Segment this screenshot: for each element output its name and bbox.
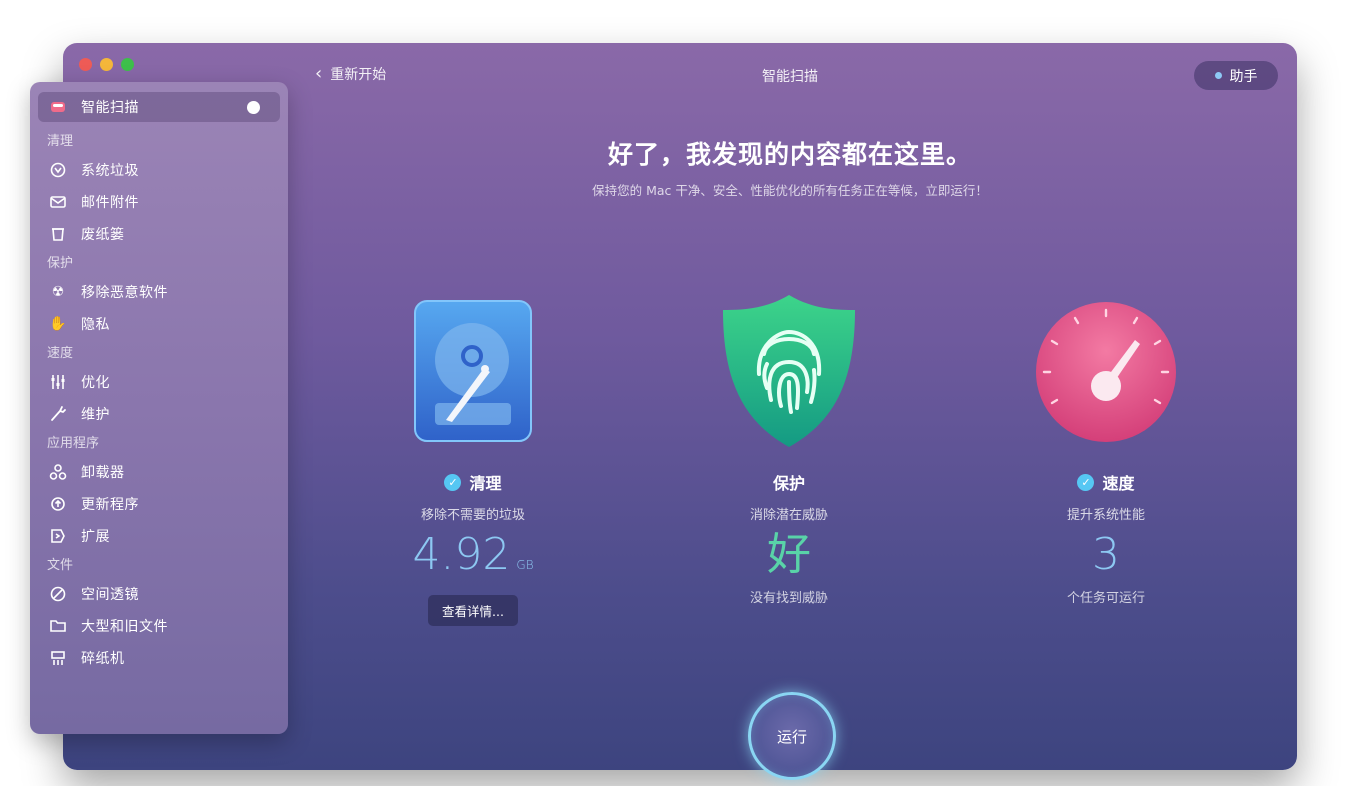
protection-status: 好	[767, 529, 811, 580]
assistant-dot-icon	[1214, 72, 1222, 79]
check-icon: ✓	[444, 473, 462, 491]
space-lens-icon	[48, 584, 68, 604]
uninstaller-icon	[48, 462, 68, 482]
status-dot	[247, 101, 260, 114]
hard-drive-icon	[414, 300, 532, 442]
section-speed: 速度	[47, 346, 74, 361]
window-title: 智能扫描	[762, 69, 818, 85]
cleanup-card: ✓ 清理 移除不需要的垃圾 4.92 GB 查看详情...	[353, 470, 593, 626]
traffic-lights	[79, 58, 134, 71]
folder-icon	[48, 616, 68, 636]
sidebar-item-label: 废纸篓	[81, 227, 125, 243]
section-protection: 保护	[47, 256, 74, 271]
sidebar-item-label: 优化	[81, 375, 110, 391]
cleanup-size-value: 4.92	[412, 529, 511, 580]
page-title: 好了，我发现的内容都在这里。	[607, 140, 972, 169]
speed-title: ✓ 速度	[986, 470, 1226, 494]
zoom-window-button[interactable]	[121, 58, 134, 71]
sidebar-item-label: 智能扫描	[81, 100, 139, 116]
speed-card: ✓ 速度 提升系统性能 3 个任务可运行	[986, 470, 1226, 606]
speedometer-icon	[1036, 302, 1176, 442]
sidebar-item-label: 邮件附件	[81, 195, 139, 211]
extensions-icon	[48, 526, 68, 546]
sliders-icon	[48, 372, 68, 392]
sidebar-item-updater[interactable]: 更新程序	[30, 488, 288, 520]
sidebar-item-label: 系统垃圾	[81, 163, 139, 179]
assistant-button[interactable]: 助手	[1194, 61, 1278, 90]
sidebar-item-large-old-files[interactable]: 大型和旧文件	[30, 610, 288, 642]
sidebar-item-shredder[interactable]: 碎纸机	[30, 642, 288, 674]
sidebar-item-label: 扩展	[81, 529, 110, 545]
view-details-button[interactable]: 查看详情...	[428, 595, 518, 626]
sidebar-item-label: 移除恶意软件	[81, 285, 168, 301]
close-window-button[interactable]	[79, 58, 92, 71]
chevron-left-icon: ‹	[315, 63, 323, 84]
protection-label: 保护	[772, 474, 805, 493]
shredder-icon	[48, 648, 68, 668]
sidebar-item-label: 空间透镜	[81, 587, 139, 603]
updater-icon	[48, 494, 68, 514]
speed-tasks-count: 3	[1092, 529, 1120, 580]
fingerprint-shield-icon	[723, 295, 855, 447]
sidebar-item-maintenance[interactable]: 维护	[30, 398, 288, 430]
wrench-icon	[48, 404, 68, 424]
sidebar-item-label: 碎纸机	[81, 651, 125, 667]
protection-title: 保护	[669, 470, 909, 494]
smart-scan-icon	[48, 97, 68, 117]
sidebar: 智能扫描 清理 系统垃圾 邮件附件 废纸篓 保护 ☢ 移除恶意软件 ✋ 隐私 速…	[30, 82, 288, 734]
sidebar-item-privacy[interactable]: ✋ 隐私	[30, 308, 288, 340]
sidebar-item-trash[interactable]: 废纸篓	[30, 218, 288, 250]
system-junk-icon	[48, 160, 68, 180]
sidebar-item-smart-scan[interactable]: 智能扫描	[38, 92, 280, 122]
minimize-window-button[interactable]	[100, 58, 113, 71]
biohazard-icon: ☢	[51, 284, 65, 300]
cleanup-size: 4.92 GB	[353, 529, 593, 591]
speed-note: 个任务可运行	[1066, 591, 1145, 606]
speed-desc: 提升系统性能	[1066, 508, 1145, 523]
sidebar-item-uninstaller[interactable]: 卸载器	[30, 456, 288, 488]
hand-icon: ✋	[49, 316, 67, 332]
protection-note: 没有找到威胁	[749, 591, 828, 606]
protection-card: 保护 消除潜在威胁 好 没有找到威胁	[669, 470, 909, 606]
check-icon: ✓	[1077, 473, 1095, 491]
sidebar-item-space-lens[interactable]: 空间透镜	[30, 578, 288, 610]
trash-icon	[48, 224, 68, 244]
sidebar-item-system-junk[interactable]: 系统垃圾	[30, 154, 288, 186]
start-over-button[interactable]: ‹ 重新开始	[315, 64, 386, 84]
sidebar-item-label: 隐私	[81, 317, 110, 333]
cleanup-label: 清理	[469, 474, 502, 493]
section-cleanup: 清理	[47, 134, 74, 149]
sidebar-item-malware-removal[interactable]: ☢ 移除恶意软件	[30, 276, 288, 308]
section-files: 文件	[47, 558, 74, 573]
sidebar-item-label: 卸载器	[81, 465, 125, 481]
cleanup-title: ✓ 清理	[353, 470, 593, 494]
sidebar-item-mail-attachments[interactable]: 邮件附件	[30, 186, 288, 218]
sidebar-item-label: 更新程序	[81, 497, 139, 513]
page-subtitle: 保持您的 Mac 干净、安全、性能优化的所有任务正在等候，立即运行！	[592, 183, 988, 198]
protection-desc: 消除潜在威胁	[749, 508, 828, 523]
run-button[interactable]: 运行	[748, 692, 836, 780]
cleanup-size-unit: GB	[516, 558, 534, 572]
sidebar-item-optimization[interactable]: 优化	[30, 366, 288, 398]
assistant-label: 助手	[1229, 68, 1258, 85]
cleanup-desc: 移除不需要的垃圾	[420, 508, 525, 523]
mail-icon	[48, 192, 68, 212]
sidebar-item-label: 维护	[81, 407, 110, 423]
sidebar-item-extensions[interactable]: 扩展	[30, 520, 288, 552]
sidebar-item-label: 大型和旧文件	[81, 619, 168, 635]
section-applications: 应用程序	[47, 436, 100, 451]
start-over-label: 重新开始	[330, 67, 387, 83]
speed-label: 速度	[1102, 474, 1135, 493]
